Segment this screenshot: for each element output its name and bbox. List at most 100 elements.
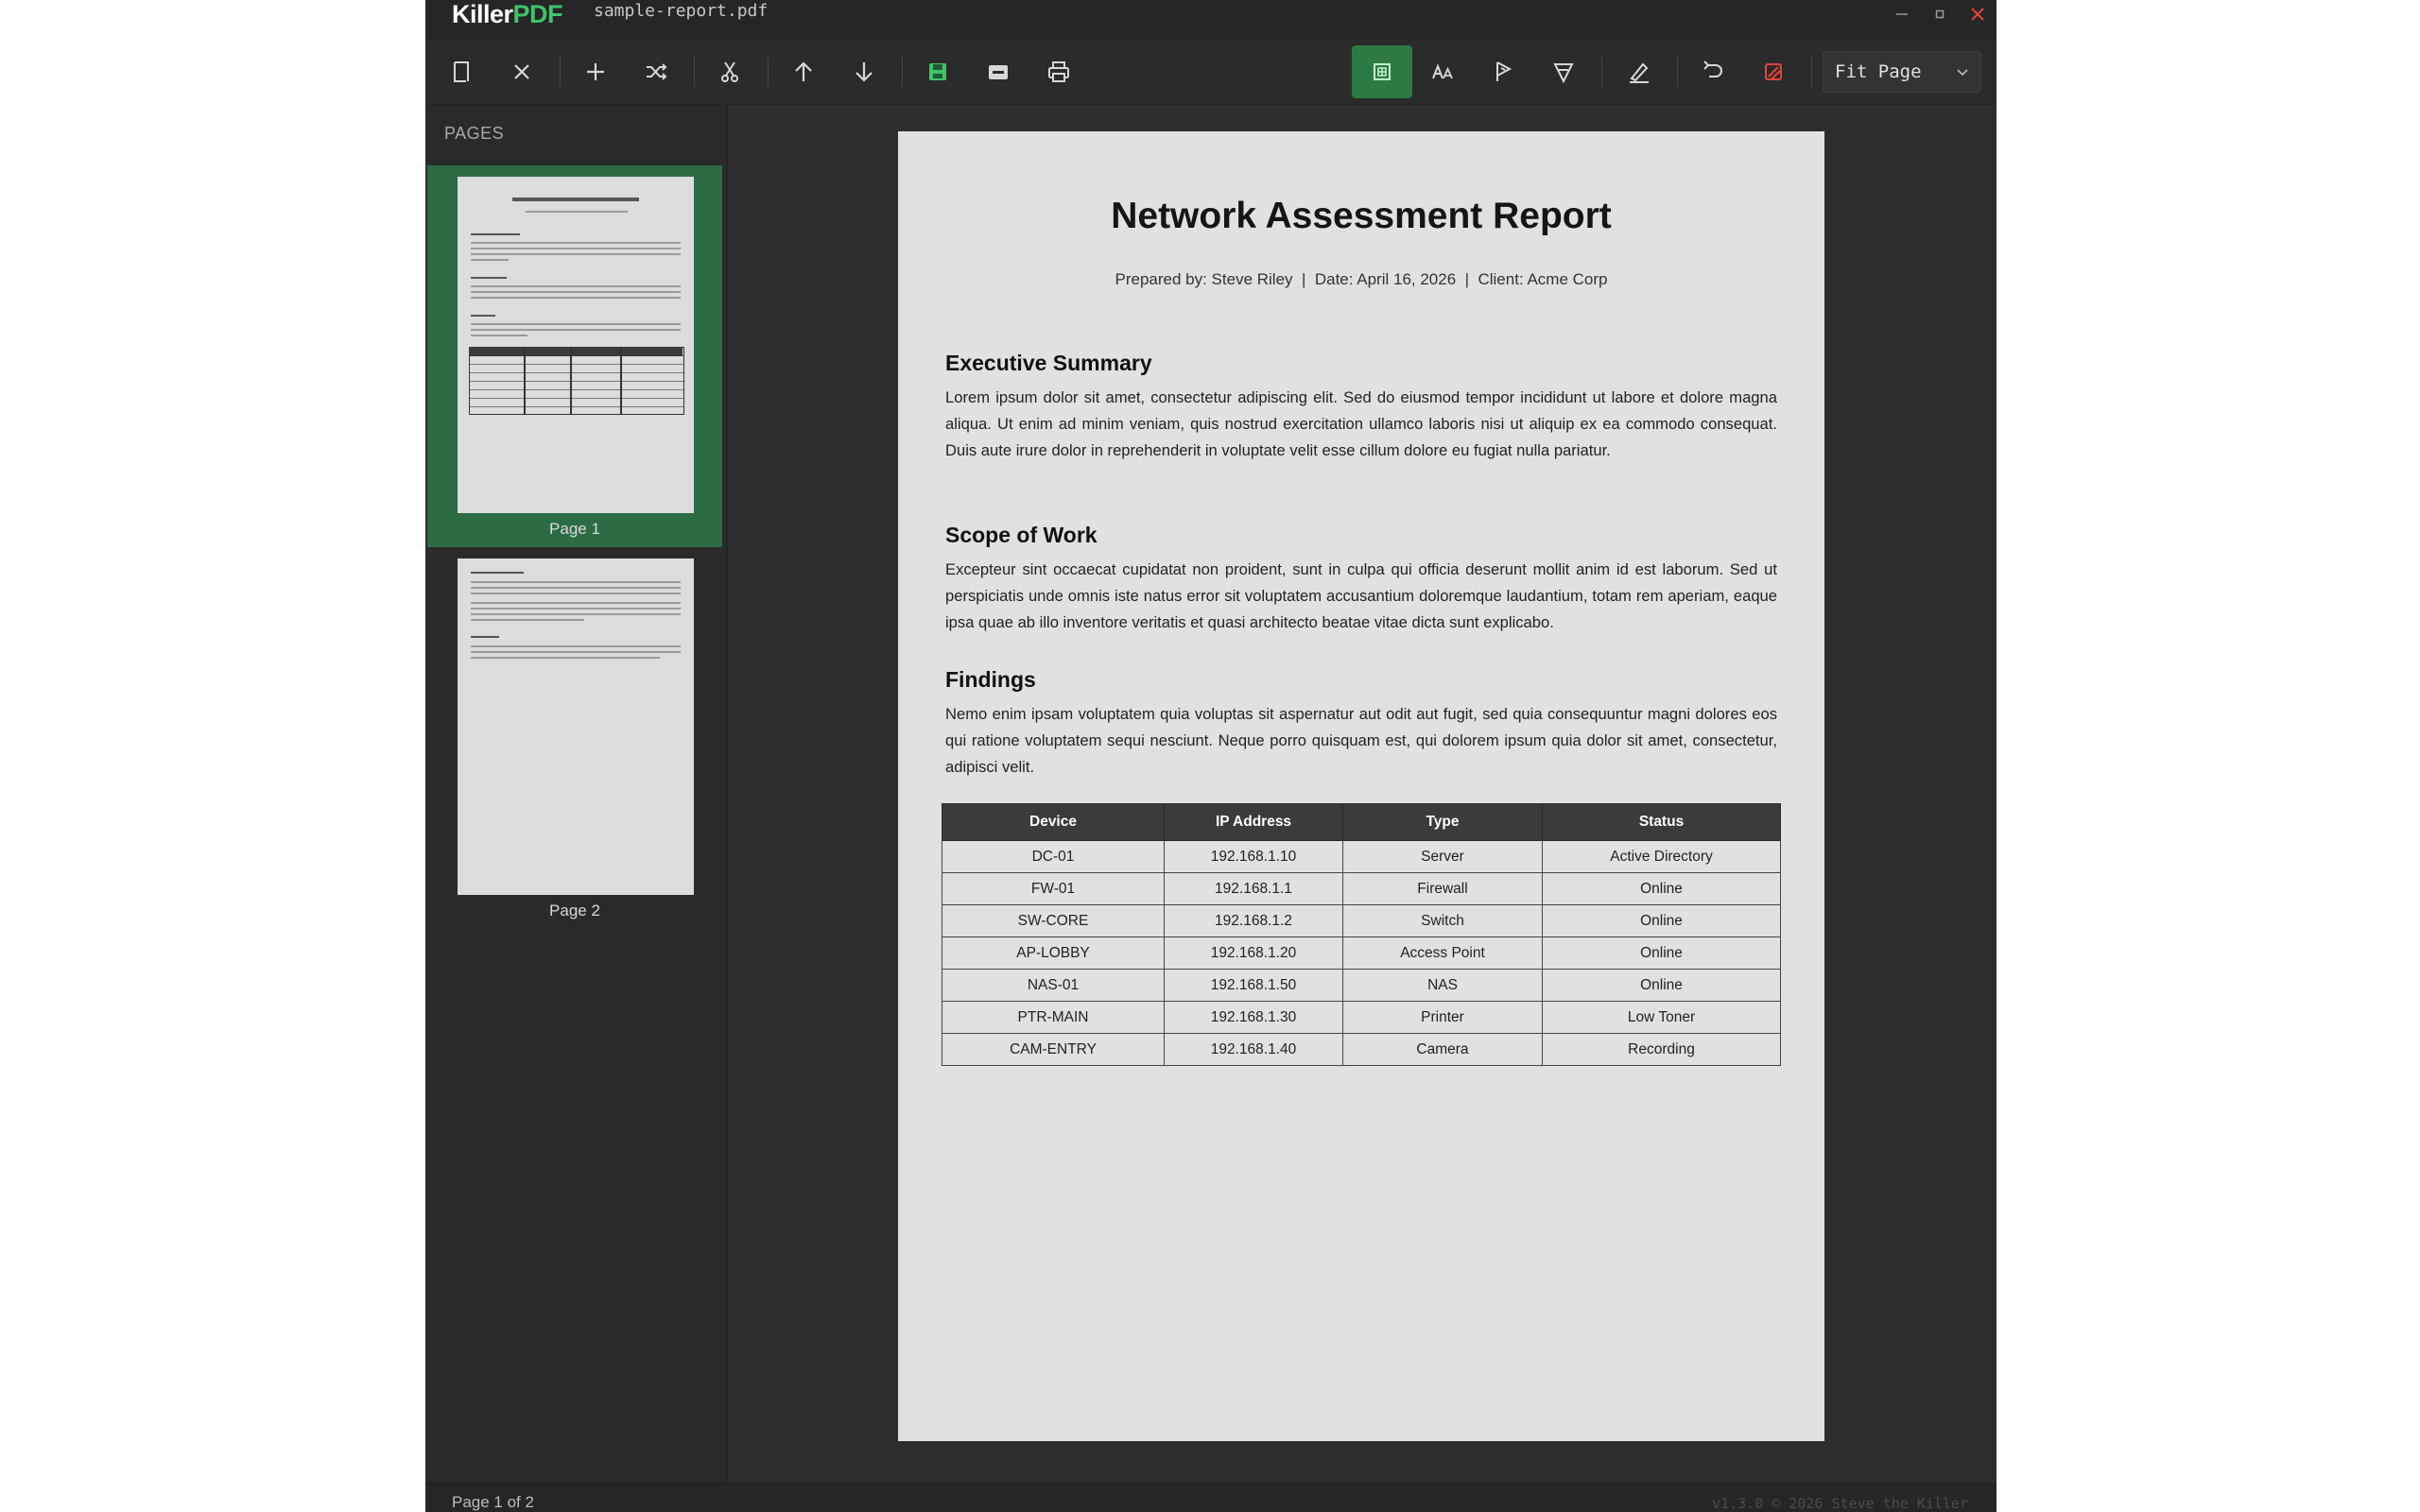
page-thumbnail-label: Page 1 [549, 520, 600, 538]
undo-icon [1703, 60, 1722, 77]
window-icon [989, 65, 1008, 79]
print-button[interactable] [1036, 49, 1081, 94]
table-cell: 192.168.1.10 [1164, 840, 1343, 873]
markup-tool-icon [1553, 63, 1574, 84]
section-heading: Findings [945, 667, 1036, 692]
pages-sidebar: PAGES Page 1 Page 2 [425, 105, 728, 1483]
table-cell: 192.168.1.2 [1164, 904, 1343, 937]
add-page-button[interactable] [573, 49, 618, 94]
section-paragraph: Lorem ipsum dolor sit amet, consectetur … [945, 388, 1777, 459]
close-window-icon [1971, 8, 1984, 21]
table-cell: Online [1542, 872, 1781, 905]
version-label: v1.3.0 © 2026 Steve the Killer [1712, 1495, 1968, 1512]
cut-icon [721, 61, 738, 82]
page-thumbnail-image [458, 558, 694, 895]
maximize-button[interactable] [1921, 0, 1959, 28]
undo-button[interactable] [1690, 49, 1736, 94]
table-row: FW-01 192.168.1.1 Firewall Online [942, 872, 1781, 905]
add-icon [587, 63, 604, 80]
table-cell: NAS-01 [942, 969, 1165, 1002]
chevron-down-icon [1957, 69, 1968, 77]
document-title: Network Assessment Report [1111, 196, 1612, 236]
pdf-page[interactable]: Network Assessment Report Prepared by: S… [898, 131, 1824, 1441]
select-tool-button[interactable] [1352, 45, 1412, 98]
table-cell: Online [1542, 969, 1781, 1002]
pages-header: PAGES [444, 124, 505, 143]
clear-annotations-button[interactable] [1751, 49, 1796, 94]
maximize-icon [1935, 9, 1945, 19]
table-cell: Camera [1342, 1033, 1543, 1066]
print-icon [1048, 61, 1069, 82]
page-thumbnail-image [458, 177, 694, 513]
table-cell: SW-CORE [942, 904, 1165, 937]
zoom-select[interactable]: Fit Page [1823, 51, 1981, 93]
table-cell: AP-LOBBY [942, 936, 1165, 970]
page-indicator: Page 1 of 2 [452, 1493, 534, 1511]
highlight-tool-button[interactable] [1480, 49, 1526, 94]
close-document-button[interactable] [499, 49, 544, 94]
status-bar: Page 1 of 2 v1.3.0 © 2026 Steve the Kill… [425, 1483, 1996, 1512]
sign-icon [1630, 62, 1649, 83]
table-cell: Active Directory [1542, 840, 1781, 873]
close-window-button[interactable] [1959, 0, 1996, 28]
close-icon [514, 64, 529, 79]
section-paragraph: Nemo enim ipsam voluptatem quia voluptas… [945, 705, 1777, 776]
minimize-spacer [1879, 0, 1917, 28]
table-header-cell: IP Address [1164, 803, 1343, 841]
table-cell: Server [1342, 840, 1543, 873]
app-logo: KillerPDF [452, 0, 563, 28]
text-tool-button[interactable] [1420, 49, 1465, 94]
table-cell: Access Point [1342, 936, 1543, 970]
shuffle-pages-button[interactable] [633, 49, 679, 94]
document-subtitle: Prepared by: Steve Riley | Date: April 1… [1115, 270, 1608, 288]
table-cell: Online [1542, 936, 1781, 970]
table-row: CAM-ENTRY 192.168.1.40 Camera Recording [942, 1033, 1781, 1066]
table-header-cell: Status [1542, 803, 1781, 841]
table-cell: Switch [1342, 904, 1543, 937]
table-cell: NAS [1342, 969, 1543, 1002]
save-button[interactable] [915, 49, 960, 94]
table-header-cell: Device [942, 803, 1165, 841]
table-header-cell: Type [1342, 803, 1543, 841]
table-cell: 192.168.1.40 [1164, 1033, 1343, 1066]
table-header-row: Device IP Address Type Status [942, 803, 1781, 841]
move-down-icon [856, 62, 873, 82]
cut-button[interactable] [707, 49, 752, 94]
table-cell: Printer [1342, 1001, 1543, 1034]
brand-accent: PDF [512, 0, 563, 28]
section-heading: Executive Summary [945, 351, 1152, 375]
device-table: Device IP Address Type Status DC-01 192.1… [942, 803, 1781, 1066]
shuffle-icon [647, 63, 667, 80]
markup-tool-button[interactable] [1541, 49, 1586, 94]
table-row: DC-01 192.168.1.10 Server Active Directory [942, 840, 1781, 873]
highlight-tool-icon [1496, 61, 1512, 81]
move-up-button[interactable] [781, 49, 826, 94]
title-bar: KillerPDF sample-report.pdf [425, 0, 1996, 41]
table-cell: CAM-ENTRY [942, 1033, 1165, 1066]
clear-annotations-icon [1765, 63, 1782, 80]
move-down-button[interactable] [841, 49, 887, 94]
move-up-icon [795, 61, 812, 81]
section-heading: Scope of Work [945, 523, 1098, 547]
table-cell: 192.168.1.1 [1164, 872, 1343, 905]
page-thumbnail-1[interactable]: Page 1 [427, 165, 722, 547]
table-cell: Online [1542, 904, 1781, 937]
table-cell: DC-01 [942, 840, 1165, 873]
window-button[interactable] [976, 49, 1021, 94]
table-cell: 192.168.1.50 [1164, 969, 1343, 1002]
app-window: KillerPDF sample-report.pdf Fit Page PAG… [425, 0, 1996, 1512]
select-tool-icon [1374, 63, 1391, 80]
table-cell: 192.168.1.20 [1164, 936, 1343, 970]
page-thumbnail-2[interactable]: Page 2 [427, 547, 722, 929]
zoom-value: Fit Page [1835, 61, 1922, 82]
table-row: PTR-MAIN 192.168.1.30 Printer Low Toner [942, 1001, 1781, 1034]
document-viewer[interactable]: Network Assessment Report Prepared by: S… [728, 105, 1996, 1483]
new-page-button[interactable] [439, 49, 484, 94]
table-row: SW-CORE 192.168.1.2 Switch Online [942, 904, 1781, 937]
page-thumbnail-label: Page 2 [549, 902, 600, 919]
table-cell: Firewall [1342, 872, 1543, 905]
text-tool-icon [1432, 63, 1453, 79]
sign-button[interactable] [1616, 49, 1662, 94]
table-row: NAS-01 192.168.1.50 NAS Online [942, 969, 1781, 1002]
section-paragraph: Excepteur sint occaecat cupidatat non pr… [945, 560, 1777, 631]
